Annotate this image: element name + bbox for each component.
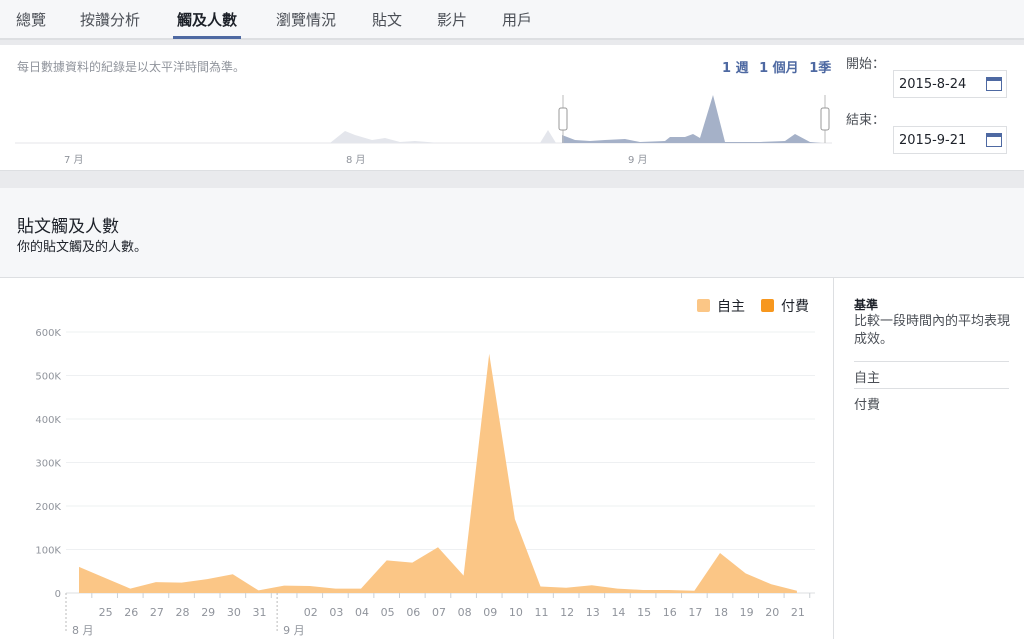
reach-chart[interactable]: 0 100K 200K 300K 400K 500K 600K 25 26 27 28 29 30 31 0… bbox=[0, 278, 833, 639]
benchmark-sidebar: 基準 比較一段時間內的平均表現成效。 自主 付費 bbox=[833, 278, 1024, 639]
y-tick-label: 200K bbox=[35, 502, 61, 513]
x-tick-label: 17 bbox=[688, 606, 702, 619]
overview-chart[interactable] bbox=[0, 90, 835, 150]
x-tick-label: 08 bbox=[458, 606, 472, 619]
tab-views[interactable]: 瀏覽情況 bbox=[276, 9, 336, 30]
y-tick-label: 600K bbox=[35, 328, 61, 339]
x-tick-label: 03 bbox=[329, 606, 343, 619]
x-tick-label: 27 bbox=[150, 606, 164, 619]
x-tick-label: 15 bbox=[637, 606, 651, 619]
x-tick-label: 02 bbox=[304, 606, 318, 619]
x-tick-label: 25 bbox=[99, 606, 113, 619]
overview-month-aug: 8 月 bbox=[346, 155, 366, 166]
x-tick-label: 29 bbox=[201, 606, 215, 619]
x-tick-label: 09 bbox=[483, 606, 497, 619]
x-tick-label: 30 bbox=[227, 606, 241, 619]
x-tick-label: 11 bbox=[535, 606, 549, 619]
overview-area-past bbox=[330, 131, 440, 143]
tab-reach[interactable]: 觸及人數 bbox=[172, 9, 242, 39]
benchmark-paid[interactable]: 付費 bbox=[854, 388, 1009, 413]
date-range-panel: 每日數據資料的紀錄是以太平洋時間為準。 1 週 1 個月 1季 7 月 8 月 … bbox=[0, 45, 1024, 171]
overview-month-jul: 7 月 bbox=[64, 155, 84, 166]
overview-month-sep: 9 月 bbox=[628, 155, 648, 166]
benchmark-description: 比較一段時間內的平均表現成效。 bbox=[854, 314, 1011, 347]
range-1-month[interactable]: 1 個月 bbox=[759, 61, 799, 76]
section-subtitle: 你的貼文觸及的人數。 bbox=[17, 240, 148, 255]
x-tick-label: 26 bbox=[124, 606, 138, 619]
start-date-value: 2015-8-24 bbox=[899, 77, 967, 92]
timezone-note: 每日數據資料的紀錄是以太平洋時間為準。 bbox=[17, 60, 246, 74]
x-tick-label: 07 bbox=[432, 606, 446, 619]
tab-posts[interactable]: 貼文 bbox=[372, 9, 402, 30]
overview-area-selected bbox=[562, 95, 822, 143]
overview-area-past2 bbox=[540, 130, 556, 143]
chart-panel: 自主 付費 0 100K 200K 300K 400K 500K 600K 25 26 27 28 2… bbox=[0, 278, 1024, 639]
range-handle-right[interactable] bbox=[820, 107, 830, 131]
x-tick-label: 10 bbox=[509, 606, 523, 619]
y-tick-label: 400K bbox=[35, 415, 61, 426]
tab-bar: 總覽 按讚分析 觸及人數 瀏覽情況 貼文 影片 用戶 bbox=[0, 0, 1024, 40]
area-series-organic bbox=[79, 353, 797, 593]
x-tick-label: 14 bbox=[611, 606, 625, 619]
x-tick-label: 13 bbox=[586, 606, 600, 619]
range-presets: 1 週 1 個月 1季 bbox=[722, 57, 837, 76]
x-tick-label: 28 bbox=[176, 606, 190, 619]
y-tick-label: 500K bbox=[35, 372, 61, 383]
range-handle-left[interactable] bbox=[558, 107, 568, 131]
start-label: 開始： bbox=[846, 57, 886, 72]
y-tick-label: 0 bbox=[55, 589, 61, 600]
start-date-field[interactable]: 2015-8-24 bbox=[893, 70, 1007, 98]
end-date-field[interactable]: 2015-9-21 bbox=[893, 126, 1007, 154]
x-tick-label: 18 bbox=[714, 606, 728, 619]
x-tick-label: 06 bbox=[406, 606, 420, 619]
benchmark-organic[interactable]: 自主 bbox=[854, 361, 1009, 386]
calendar-icon[interactable] bbox=[986, 77, 1002, 91]
tab-users[interactable]: 用戶 bbox=[502, 9, 532, 30]
range-1-quarter[interactable]: 1季 bbox=[809, 61, 831, 76]
y-tick-label: 300K bbox=[35, 459, 61, 470]
section-header: 貼文觸及人數 你的貼文觸及的人數。 bbox=[0, 188, 1024, 278]
x-tick-label: 05 bbox=[381, 606, 395, 619]
end-date-value: 2015-9-21 bbox=[899, 133, 967, 148]
x-tick-label: 12 bbox=[560, 606, 574, 619]
x-tick-label: 20 bbox=[765, 606, 779, 619]
end-label: 結束： bbox=[846, 113, 886, 128]
month-label: 9 月 bbox=[283, 624, 305, 637]
tab-overview[interactable]: 總覽 bbox=[16, 9, 46, 30]
range-1-week[interactable]: 1 週 bbox=[722, 61, 749, 76]
calendar-icon[interactable] bbox=[986, 133, 1002, 147]
x-tick-label: 21 bbox=[791, 606, 805, 619]
tab-likes[interactable]: 按讚分析 bbox=[80, 9, 140, 30]
month-label: 8 月 bbox=[72, 624, 94, 637]
tab-videos[interactable]: 影片 bbox=[437, 9, 467, 30]
x-tick-label: 31 bbox=[252, 606, 266, 619]
x-tick-label: 16 bbox=[663, 606, 677, 619]
y-tick-label: 100K bbox=[35, 546, 61, 557]
section-title: 貼文觸及人數 bbox=[17, 217, 119, 237]
x-tick-label: 19 bbox=[740, 606, 754, 619]
x-tick-label: 04 bbox=[355, 606, 369, 619]
benchmark-title: 基準 bbox=[854, 298, 879, 312]
